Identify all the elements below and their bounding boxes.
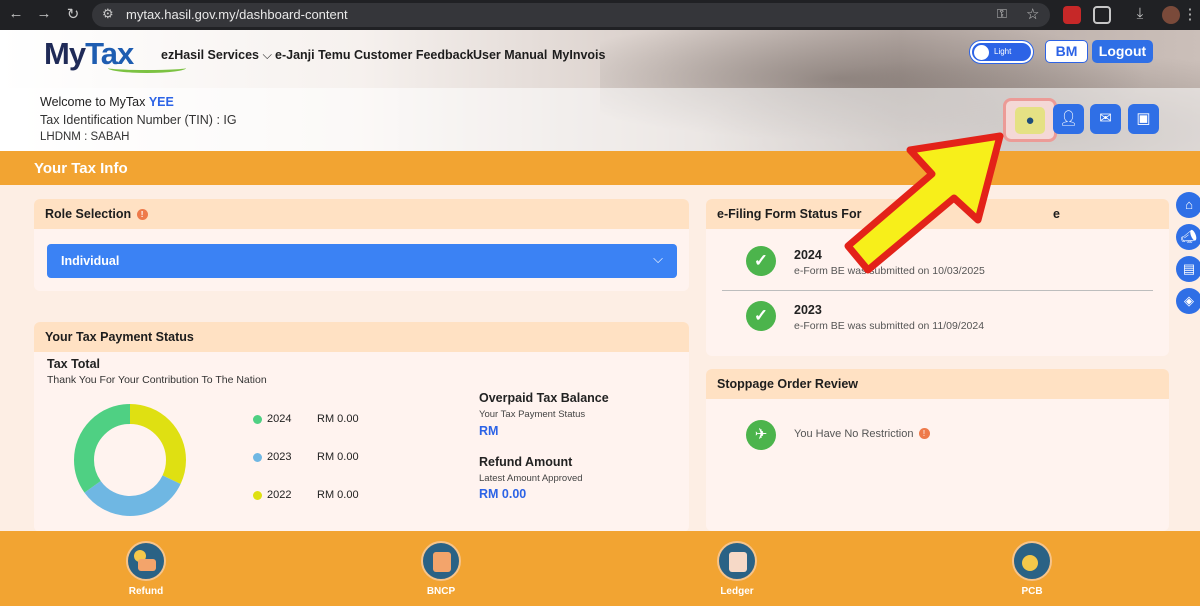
reload-icon[interactable]: ↻ xyxy=(63,5,83,23)
nav-myinvois[interactable]: MyInvois xyxy=(552,48,606,62)
stoppage-order-card: Stoppage Order Review xyxy=(706,369,1169,531)
pcb-icon xyxy=(1012,541,1052,581)
restriction-status: You Have No Restriction ! xyxy=(794,428,930,440)
tax-total-donut-chart xyxy=(74,404,186,516)
footer-ledger[interactable]: Ledger xyxy=(697,541,777,597)
footer-label: Ledger xyxy=(720,586,754,597)
menu-icon[interactable]: ⋮ xyxy=(1180,5,1200,23)
refund-icon xyxy=(126,541,166,581)
footer-label: BNCP xyxy=(426,586,456,597)
info-icon[interactable]: ! xyxy=(918,428,930,439)
site-info-icon[interactable]: ⚙ xyxy=(102,6,114,22)
toggle-knob xyxy=(974,45,989,60)
theme-toggle[interactable]: Light xyxy=(970,41,1033,63)
envelope-icon: ✉ xyxy=(1099,110,1112,127)
footer-bncp[interactable]: BNCP xyxy=(401,541,481,597)
mytax-logo[interactable]: MyTax xyxy=(44,36,186,73)
extension-icon[interactable] xyxy=(1063,6,1081,24)
tax-payment-status-header: Your Tax Payment Status xyxy=(34,322,689,352)
overpaid-subtitle: Your Tax Payment Status xyxy=(479,409,586,420)
logout-button[interactable]: Logout xyxy=(1092,40,1153,63)
section-title: Your Tax Info xyxy=(34,160,128,177)
overpaid-value: RM xyxy=(479,424,499,438)
tin-text: Tax Identification Number (TIN) : IG xyxy=(40,113,237,127)
section-band: Your Tax Info xyxy=(0,151,1200,185)
layers-icon[interactable]: ◈ xyxy=(1176,288,1200,314)
bncp-icon xyxy=(421,541,461,581)
legend-dot xyxy=(253,414,262,424)
thanks-text: Thank You For Your Contribution To The N… xyxy=(47,374,267,386)
stoppage-header: Stoppage Order Review xyxy=(706,369,1169,399)
url-text: mytax.hasil.gov.my/dashboard-content xyxy=(126,7,348,22)
bookmark-star-icon[interactable]: ☆ xyxy=(1026,5,1039,23)
certificate-icon: ▣ xyxy=(1136,110,1151,127)
efiling-year: 2023 xyxy=(794,303,822,317)
airplane-icon: ✈ xyxy=(746,420,776,450)
profile-button[interactable]: 👤︎ xyxy=(1053,104,1084,134)
address-bar[interactable]: ⚙ mytax.hasil.gov.my/dashboard-content ⚿… xyxy=(92,3,1050,27)
extensions-puzzle-icon[interactable] xyxy=(1093,6,1111,24)
legend-year: 2024 xyxy=(267,413,292,425)
footer-label: PCB xyxy=(1021,586,1043,597)
legend-amount: RM 0.00 xyxy=(317,489,359,501)
book-icon[interactable]: ▤ xyxy=(1176,256,1200,282)
refund-title: Refund Amount xyxy=(479,455,573,469)
logo-swoosh xyxy=(108,63,186,73)
nav-e-janji-temu[interactable]: e-Janji Temu xyxy=(275,48,350,62)
lhdnm-text: LHDNM : SABAH xyxy=(40,131,130,143)
role-select-value: Individual xyxy=(61,254,120,268)
chat-search-icon: ● xyxy=(1015,107,1045,134)
role-selection-header: Role Selection ! xyxy=(34,199,689,229)
efiling-status: e-Form BE was submitted on 11/09/2024 xyxy=(794,320,985,332)
legend-dot xyxy=(253,490,262,500)
check-icon: ✓ xyxy=(746,301,776,331)
certificate-button[interactable]: ▣ xyxy=(1128,104,1159,134)
nav-customer-feedback[interactable]: Customer Feedback xyxy=(354,48,473,62)
refund-subtitle: Latest Amount Approved xyxy=(479,473,583,484)
role-select-dropdown[interactable]: Individual ⌵ xyxy=(47,244,677,278)
download-icon[interactable]: ⤓ xyxy=(1130,5,1150,22)
legend-dot xyxy=(253,452,262,462)
megaphone-icon[interactable]: 📣︎ xyxy=(1176,224,1200,250)
welcome-text: Welcome to MyTax YEE xyxy=(40,95,174,109)
theme-toggle-label: Light xyxy=(994,47,1012,56)
ledger-icon xyxy=(717,541,757,581)
back-icon[interactable]: ← xyxy=(6,5,26,22)
footer-label: Refund xyxy=(128,586,164,597)
quick-access-footer: Refund BNCP Ledger PCB xyxy=(0,531,1200,606)
legend-amount: RM 0.00 xyxy=(317,451,359,463)
legend-item-2023: 2023 RM 0.00 xyxy=(253,451,359,463)
nav-user-manual[interactable]: User Manual xyxy=(473,48,547,62)
overpaid-title: Overpaid Tax Balance xyxy=(479,391,609,405)
password-key-icon[interactable]: ⚿ xyxy=(997,6,1007,22)
chevron-down-icon: ⌵ xyxy=(262,48,272,62)
legend-item-2022: 2022 RM 0.00 xyxy=(253,489,359,501)
user-icon: 👤︎ xyxy=(1058,110,1079,127)
legend-amount: RM 0.00 xyxy=(317,413,359,425)
home-icon[interactable]: ⌂ xyxy=(1176,192,1200,218)
forward-icon[interactable]: → xyxy=(34,5,54,22)
chevron-down-icon: ⌵ xyxy=(653,251,663,266)
language-bm-button[interactable]: BM xyxy=(1045,40,1088,63)
site-header: MyTax ezHasil Services ⌵ e-Janji Temu Cu… xyxy=(0,30,1200,151)
footer-pcb[interactable]: PCB xyxy=(992,541,1072,597)
efiling-year: 2024 xyxy=(794,248,822,262)
legend-year: 2023 xyxy=(267,451,292,463)
legend-item-2024: 2024 RM 0.00 xyxy=(253,413,359,425)
legend-year: 2022 xyxy=(267,489,292,501)
nav-ezhasil-services[interactable]: ezHasil Services ⌵ xyxy=(161,48,272,63)
profile-avatar[interactable] xyxy=(1162,6,1180,24)
tax-total-label: Tax Total xyxy=(47,357,101,371)
footer-refund[interactable]: Refund xyxy=(106,541,186,597)
user-name: YEE xyxy=(148,95,174,109)
refund-value: RM 0.00 xyxy=(479,487,527,501)
highlight-arrow xyxy=(844,132,1004,274)
divider xyxy=(722,290,1153,291)
check-icon: ✓ xyxy=(746,246,776,276)
browser-toolbar: ← → ↻ ⚙ mytax.hasil.gov.my/dashboard-con… xyxy=(0,0,1200,30)
mail-button[interactable]: ✉ xyxy=(1090,104,1121,134)
info-icon[interactable]: ! xyxy=(136,209,148,220)
